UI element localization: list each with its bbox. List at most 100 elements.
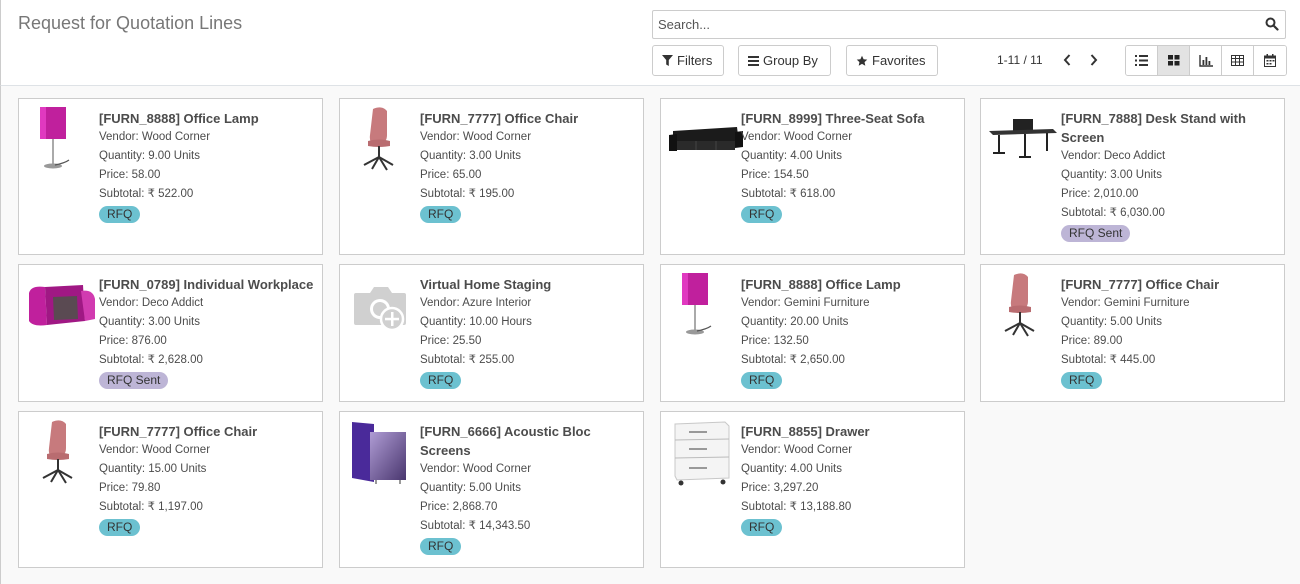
card-vendor: Vendor: Gemini Furniture bbox=[1061, 297, 1190, 309]
kanban-card[interactable]: [FURN_7777] Office Chair Vendor: Wood Co… bbox=[18, 411, 323, 568]
status-badge: RFQ Sent bbox=[99, 372, 169, 389]
card-vendor: Vendor: Wood Corner bbox=[741, 444, 853, 456]
kanban-card[interactable]: [FURN_8888] Office Lamp Vendor: Wood Cor… bbox=[18, 98, 323, 255]
status-badge: RFQ bbox=[741, 206, 783, 223]
card-quantity: Quantity: 4.00 Units bbox=[741, 150, 842, 162]
card-vendor: Vendor: Azure Interior bbox=[420, 297, 532, 309]
pager-previous-icon[interactable] bbox=[1062, 53, 1072, 70]
filter-icon bbox=[662, 55, 673, 66]
search-input[interactable] bbox=[653, 11, 1253, 38]
card-price: Price: 876.00 bbox=[99, 335, 167, 347]
graph-view-icon[interactable] bbox=[1190, 46, 1222, 75]
card-quantity: Quantity: 9.00 Units bbox=[99, 150, 200, 162]
group-by-label: Group By bbox=[763, 53, 818, 68]
card-quantity: Quantity: 20.00 Units bbox=[741, 316, 849, 328]
card-vendor: Vendor: Wood Corner bbox=[420, 131, 532, 143]
pivot-view-icon[interactable] bbox=[1222, 46, 1254, 75]
filters-button[interactable]: Filters bbox=[652, 45, 724, 76]
card-subtotal: Subtotal: ₹ 2,650.00 bbox=[741, 354, 845, 366]
card-price: Price: 154.50 bbox=[741, 169, 809, 181]
status-badge: RFQ bbox=[1061, 372, 1103, 389]
card-title: [FURN_7777] Office Chair bbox=[420, 111, 579, 126]
list-view-icon[interactable] bbox=[1126, 46, 1158, 75]
card-price: Price: 79.80 bbox=[99, 482, 161, 494]
card-price: Price: 65.00 bbox=[420, 169, 482, 181]
card-title: [FURN_8888] Office Lamp bbox=[741, 277, 901, 292]
card-subtotal: Subtotal: ₹ 255.00 bbox=[420, 354, 515, 366]
kanban-card[interactable]: [FURN_7888] Desk Stand with Screen Vendo… bbox=[980, 98, 1285, 255]
card-vendor: Vendor: Wood Corner bbox=[741, 131, 853, 143]
card-quantity: Quantity: 5.00 Units bbox=[1061, 316, 1162, 328]
card-title: [FURN_7777] Office Chair bbox=[99, 424, 258, 439]
kanban-card[interactable]: [FURN_8855] Drawer Vendor: Wood Corner Q… bbox=[660, 411, 965, 568]
card-price: Price: 132.50 bbox=[741, 335, 809, 347]
kanban-card[interactable]: [FURN_6666] Acoustic Bloc Screens Vendor… bbox=[339, 411, 644, 568]
kanban-card[interactable]: [FURN_7777] Office Chair Vendor: Gemini … bbox=[980, 264, 1285, 402]
product-image-workplace bbox=[25, 271, 103, 339]
group-by-button[interactable]: Group By bbox=[738, 45, 831, 76]
kanban-card[interactable]: [FURN_0789] Individual Workplace Vendor:… bbox=[18, 264, 323, 402]
card-title: Virtual Home Staging bbox=[420, 277, 552, 292]
status-badge: RFQ bbox=[99, 519, 141, 536]
page-title: Request for Quotation Lines bbox=[18, 13, 243, 33]
filters-label: Filters bbox=[677, 53, 713, 68]
bars-icon bbox=[748, 55, 759, 66]
card-title: [FURN_7777] Office Chair bbox=[1061, 277, 1220, 292]
view-switcher bbox=[1125, 45, 1287, 76]
kanban-view: [FURN_8888] Office Lamp Vendor: Wood Cor… bbox=[0, 86, 1300, 584]
kanban-card[interactable]: [FURN_7777] Office Chair Vendor: Wood Co… bbox=[339, 98, 644, 255]
kanban-card[interactable]: [FURN_8999] Three-Seat Sofa Vendor: Wood… bbox=[660, 98, 965, 255]
card-price: Price: 25.50 bbox=[420, 335, 482, 347]
product-image-lamp bbox=[25, 105, 103, 173]
card-vendor: Vendor: Wood Corner bbox=[420, 463, 532, 475]
favorites-button[interactable]: Favorites bbox=[846, 45, 938, 76]
pager-value[interactable]: 1-11 / 11 bbox=[997, 53, 1043, 67]
product-image-chair bbox=[346, 105, 424, 173]
card-price: Price: 89.00 bbox=[1061, 335, 1123, 347]
card-subtotal: Subtotal: ₹ 445.00 bbox=[1061, 354, 1156, 366]
card-quantity: Quantity: 3.00 Units bbox=[420, 150, 521, 162]
kanban-card[interactable]: Virtual Home Staging Vendor: Azure Inter… bbox=[339, 264, 644, 402]
card-price: Price: 2,868.70 bbox=[420, 501, 498, 513]
calendar-view-icon[interactable] bbox=[1254, 46, 1286, 75]
status-badge: RFQ bbox=[420, 538, 462, 555]
status-badge: RFQ bbox=[741, 372, 783, 389]
card-vendor: Vendor: Deco Addict bbox=[1061, 150, 1166, 162]
product-image-desk bbox=[987, 105, 1065, 173]
card-subtotal: Subtotal: ₹ 195.00 bbox=[420, 188, 515, 200]
favorites-label: Favorites bbox=[872, 53, 926, 68]
status-badge: RFQ bbox=[420, 372, 462, 389]
card-quantity: Quantity: 15.00 Units bbox=[99, 463, 207, 475]
product-image-chair bbox=[25, 418, 103, 486]
status-badge: RFQ bbox=[741, 519, 783, 536]
card-vendor: Vendor: Wood Corner bbox=[99, 444, 211, 456]
status-badge: RFQ bbox=[420, 206, 462, 223]
card-quantity: Quantity: 3.00 Units bbox=[99, 316, 200, 328]
card-subtotal: Subtotal: ₹ 522.00 bbox=[99, 188, 194, 200]
search-bar[interactable] bbox=[652, 10, 1286, 39]
card-vendor: Vendor: Gemini Furniture bbox=[741, 297, 870, 309]
star-icon bbox=[856, 55, 868, 66]
search-icon[interactable] bbox=[1265, 17, 1279, 34]
card-subtotal: Subtotal: ₹ 1,197.00 bbox=[99, 501, 203, 513]
card-subtotal: Subtotal: ₹ 618.00 bbox=[741, 188, 836, 200]
card-quantity: Quantity: 5.00 Units bbox=[420, 482, 521, 494]
product-image-sofa bbox=[667, 105, 745, 173]
card-quantity: Quantity: 4.00 Units bbox=[741, 463, 842, 475]
card-title: [FURN_0789] Individual Workplace bbox=[99, 277, 314, 292]
card-title: [FURN_6666] Acoustic Bloc Screens bbox=[420, 424, 591, 458]
pager-next-icon[interactable] bbox=[1089, 53, 1099, 70]
card-quantity: Quantity: 3.00 Units bbox=[1061, 169, 1162, 181]
card-subtotal: Subtotal: ₹ 2,628.00 bbox=[99, 354, 203, 366]
kanban-card[interactable]: [FURN_8888] Office Lamp Vendor: Gemini F… bbox=[660, 264, 965, 402]
product-image-lamp bbox=[667, 271, 745, 339]
kanban-view-icon[interactable] bbox=[1158, 46, 1190, 75]
card-subtotal: Subtotal: ₹ 13,188.80 bbox=[741, 501, 852, 513]
product-image-screens bbox=[346, 418, 424, 486]
card-title: [FURN_8888] Office Lamp bbox=[99, 111, 259, 126]
card-subtotal: Subtotal: ₹ 14,343.50 bbox=[420, 520, 531, 532]
card-price: Price: 58.00 bbox=[99, 169, 161, 181]
card-vendor: Vendor: Deco Addict bbox=[99, 297, 204, 309]
product-image-chair bbox=[987, 271, 1065, 339]
card-title: [FURN_8855] Drawer bbox=[741, 424, 870, 439]
